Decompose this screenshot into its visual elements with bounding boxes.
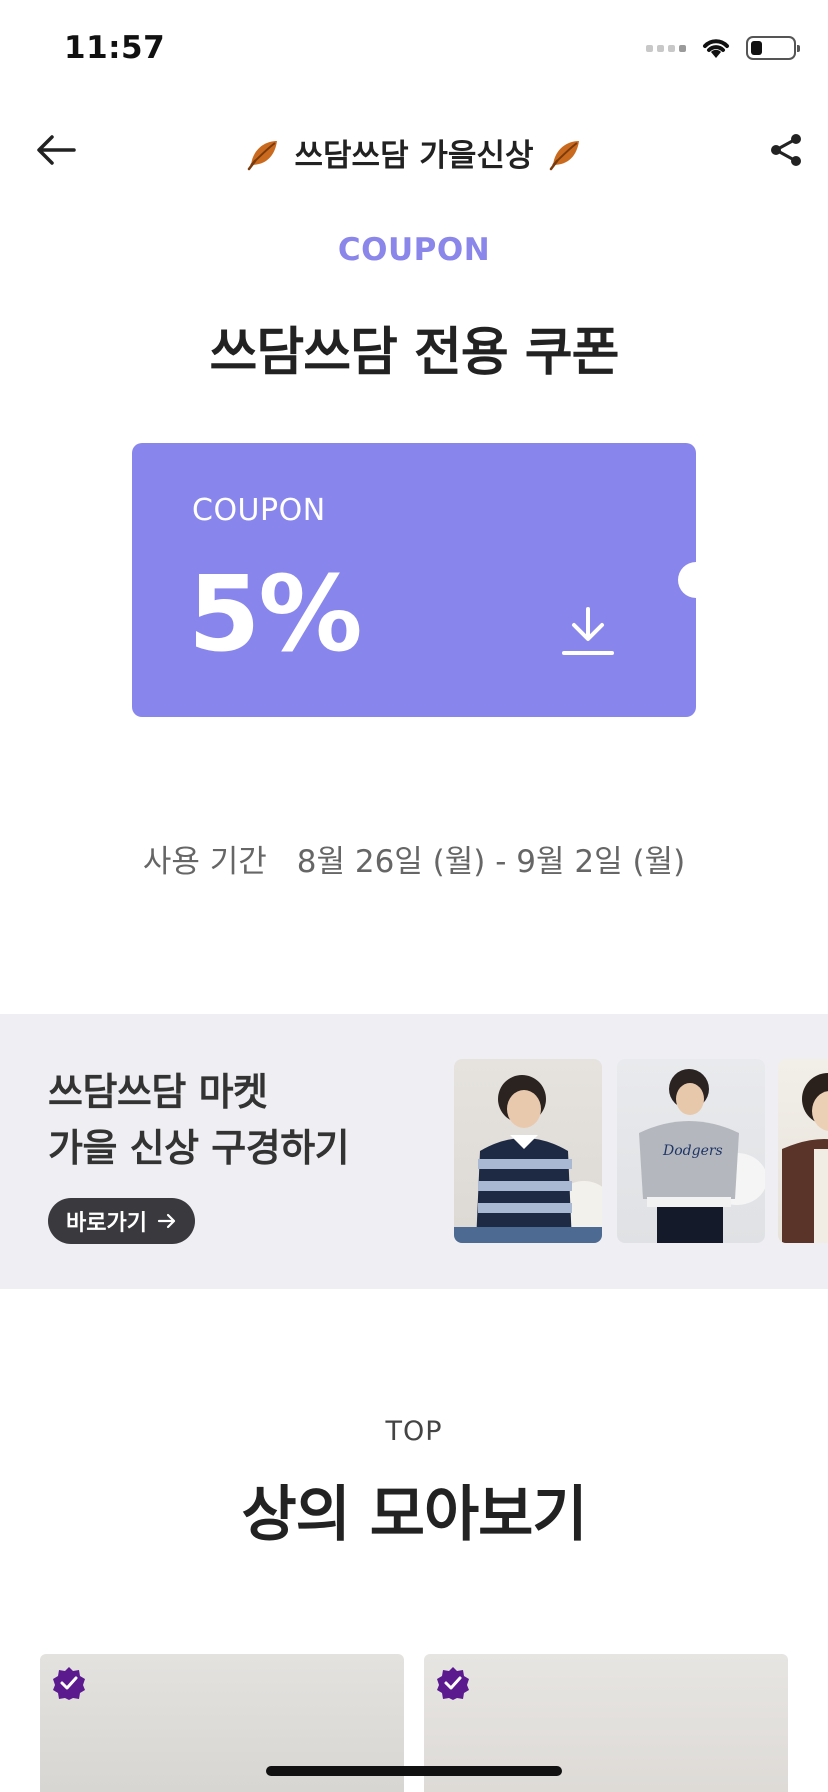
product-thumbnail[interactable] bbox=[778, 1059, 828, 1243]
coupon-heading: 쓰담쓰담 전용 쿠폰 bbox=[209, 323, 620, 383]
top-heading: 상의 모아보기 bbox=[241, 1480, 587, 1550]
coupon-value: 5% bbox=[188, 553, 363, 675]
share-icon[interactable] bbox=[768, 132, 804, 168]
promo-go-button[interactable]: 바로가기 bbox=[48, 1198, 195, 1244]
promo-banner[interactable]: 쓰담쓰담 마켓 가을 신상 구경하기 바로가기 Dodgers bbox=[0, 1014, 828, 1289]
product-photo: Dodgers bbox=[639, 1069, 765, 1243]
status-icons bbox=[646, 36, 800, 60]
page-title-row: 쓰담쓰담 가을신상 bbox=[0, 130, 828, 175]
coupon-card[interactable]: COUPON 5% bbox=[132, 443, 696, 717]
product-photo bbox=[454, 1075, 602, 1243]
verified-badge-icon bbox=[437, 1667, 469, 1700]
autumn-leaf-icon bbox=[247, 140, 277, 170]
home-indicator[interactable] bbox=[266, 1766, 562, 1776]
battery-level bbox=[751, 41, 762, 55]
verified-badge-icon bbox=[53, 1667, 85, 1700]
promo-title-line2: 가을 신상 구경하기 bbox=[48, 1126, 350, 1170]
battery-icon bbox=[746, 36, 800, 60]
top-eyebrow: TOP bbox=[385, 1416, 443, 1447]
page-title: 쓰담쓰담 가을신상 bbox=[294, 138, 534, 174]
status-time: 11:57 bbox=[64, 30, 166, 66]
product-thumbnail[interactable]: Dodgers bbox=[617, 1059, 765, 1243]
top-nav: 쓰담쓰담 가을신상 bbox=[0, 110, 828, 190]
product-thumbnail[interactable] bbox=[454, 1059, 602, 1243]
coupon-label: COUPON bbox=[192, 493, 326, 528]
promo-title-line1: 쓰담쓰담 마켓 bbox=[48, 1070, 268, 1114]
promo-title: 쓰담쓰담 마켓 가을 신상 구경하기 bbox=[48, 1064, 350, 1176]
promo-button-label: 바로가기 bbox=[66, 1211, 147, 1236]
coupon-period: 사용 기간 8월 26일 (월) - 9월 2일 (월) bbox=[0, 836, 828, 881]
svg-text:Dodgers: Dodgers bbox=[662, 1143, 723, 1159]
download-icon[interactable] bbox=[560, 603, 616, 659]
product-photo bbox=[782, 1073, 828, 1243]
wifi-icon bbox=[703, 39, 729, 58]
coupon-notch bbox=[678, 562, 714, 598]
signal-icon bbox=[646, 44, 686, 52]
arrow-right-icon bbox=[157, 1213, 176, 1229]
period-label: 사용 기간 bbox=[142, 844, 267, 880]
autumn-leaf-icon bbox=[550, 140, 580, 170]
period-value: 8월 26일 (월) - 9월 2일 (월) bbox=[296, 844, 686, 880]
coupon-eyebrow: COUPON bbox=[337, 232, 491, 268]
status-bar: 11:57 bbox=[0, 0, 828, 100]
